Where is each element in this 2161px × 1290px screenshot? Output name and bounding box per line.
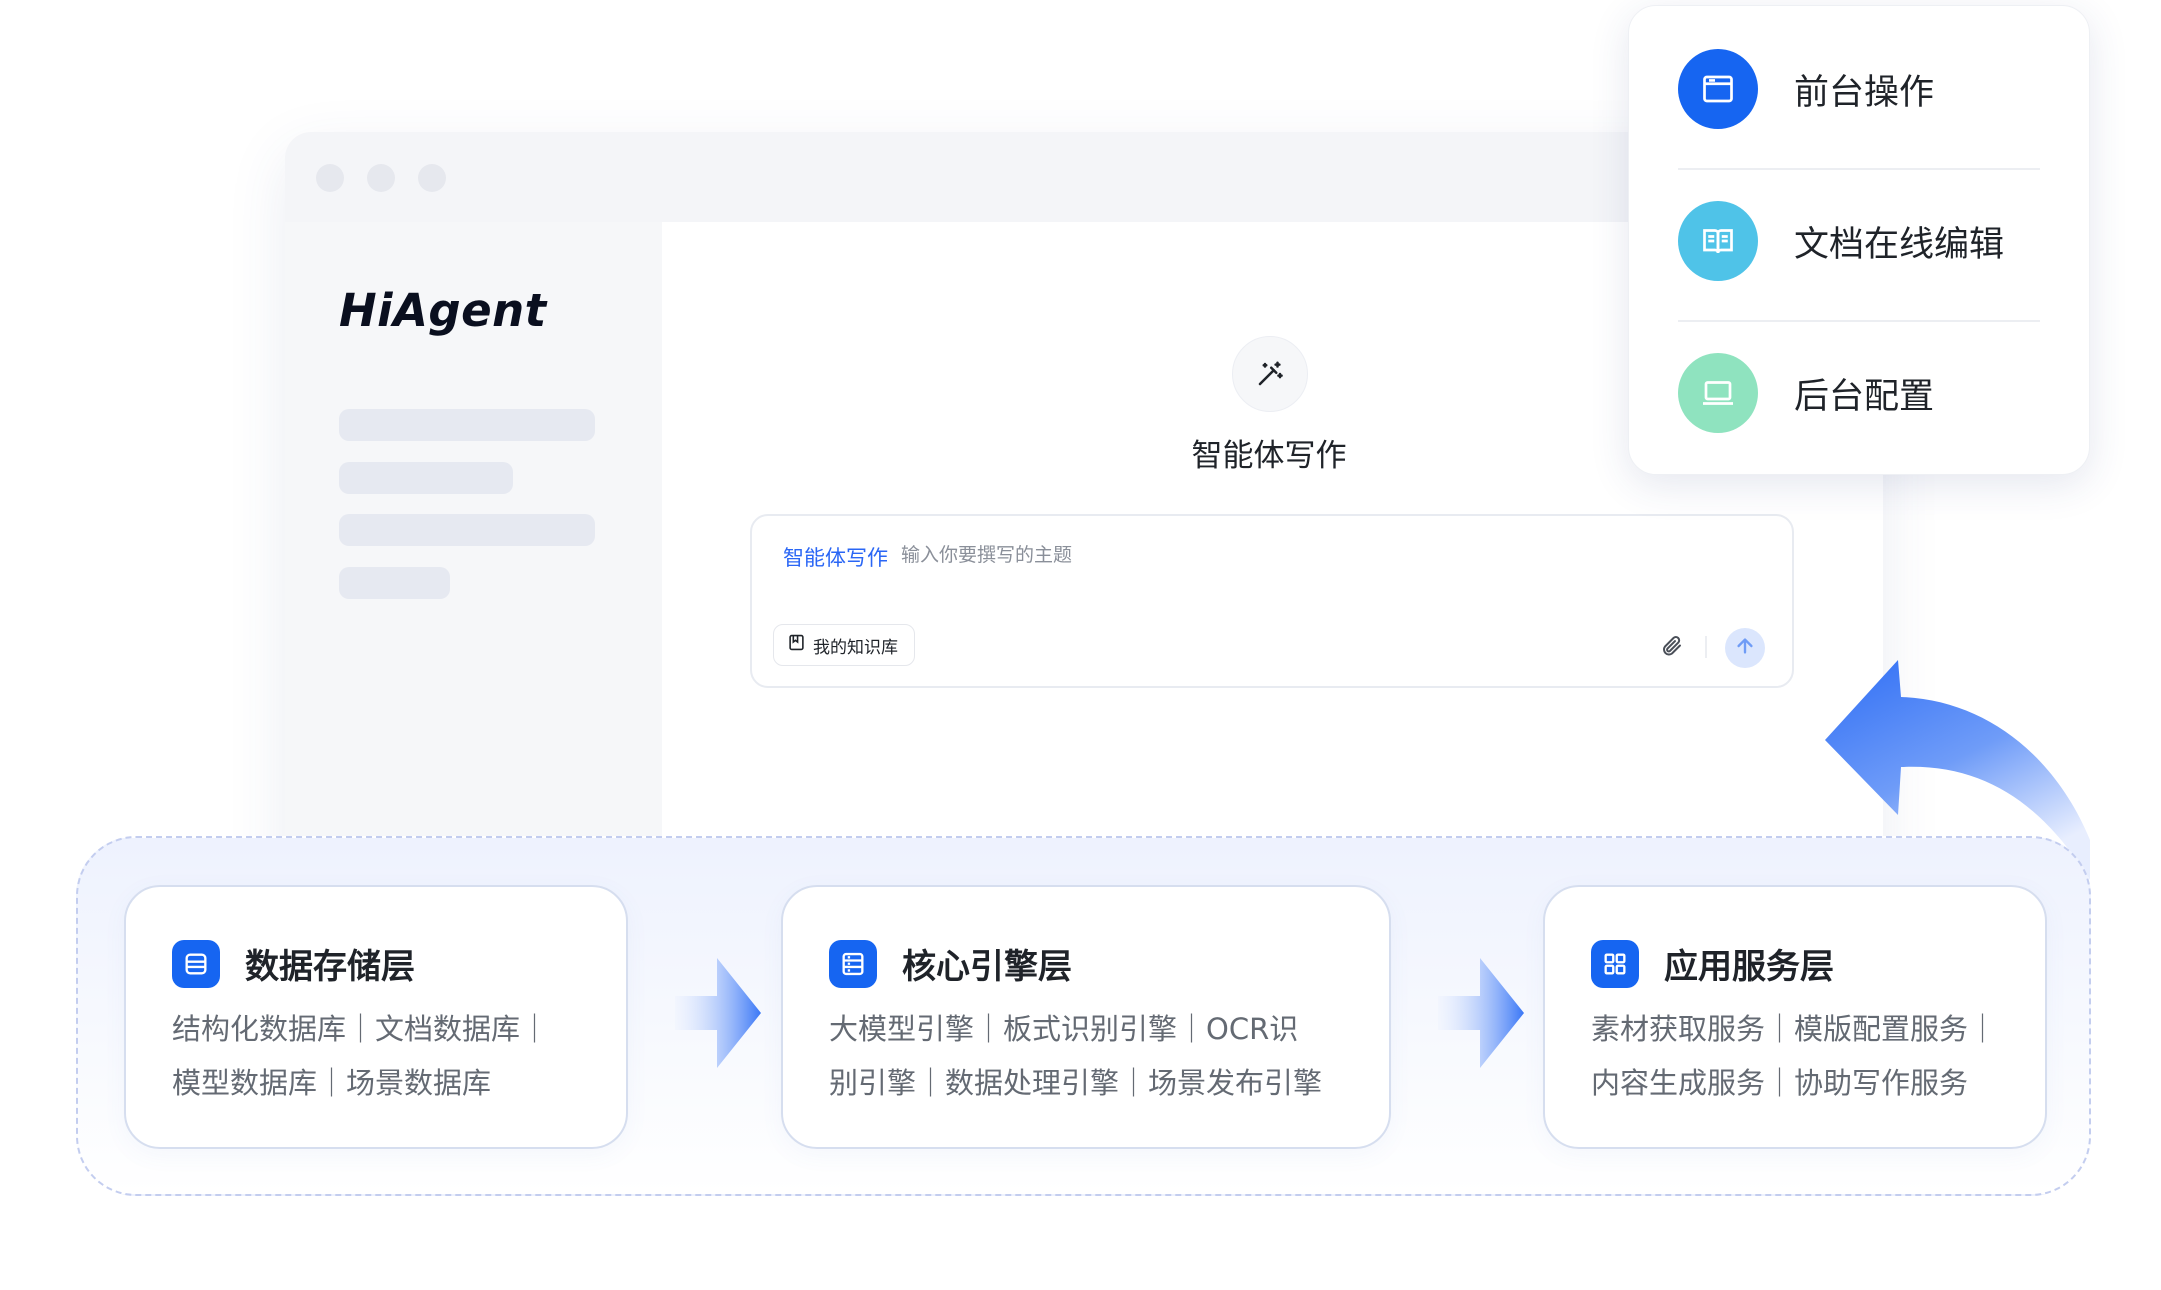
flow-arrow-icon bbox=[675, 958, 761, 1068]
layer-title: 应用服务层 bbox=[1664, 947, 1834, 987]
popup-item-frontend[interactable]: 前台操作 bbox=[1678, 49, 1934, 129]
knowledge-base-label: 我的知识库 bbox=[813, 637, 898, 658]
sidebar-placeholder-item bbox=[339, 514, 595, 546]
knowledge-base-icon bbox=[788, 634, 805, 656]
window-close-dot[interactable] bbox=[316, 164, 344, 192]
layer-description: 结构化数据库｜文档数据库｜ 模型数据库｜场景数据库 bbox=[172, 1012, 550, 1100]
popup-divider bbox=[1678, 168, 2040, 170]
magic-wand-icon bbox=[1232, 336, 1308, 412]
popup-item-online-edit[interactable]: 文档在线编辑 bbox=[1678, 201, 2004, 281]
popup-divider bbox=[1678, 320, 2040, 322]
window-maximize-dot[interactable] bbox=[418, 164, 446, 192]
paperclip-icon[interactable] bbox=[1657, 631, 1687, 661]
popup-item-label: 前台操作 bbox=[1794, 72, 1935, 113]
window-minimize-dot[interactable] bbox=[367, 164, 395, 192]
knowledge-base-button[interactable]: 我的知识库 bbox=[773, 624, 915, 666]
writer-title: 智能体写作 bbox=[1191, 438, 1347, 474]
layer-description: 大模型引擎｜板式识别引擎｜OCR识 别引擎｜数据处理引擎｜场景发布引擎 bbox=[829, 1012, 1323, 1100]
arrow-up-icon bbox=[1734, 635, 1756, 661]
layer-title: 核心引擎层 bbox=[902, 947, 1072, 987]
layer-card-core-engine: 核心引擎层 大模型引擎｜板式识别引擎｜OCR识 别引擎｜数据处理引擎｜场景发布引… bbox=[781, 885, 1391, 1149]
agent-tag[interactable]: 智能体写作 bbox=[783, 542, 888, 572]
grid-icon bbox=[1591, 939, 1639, 988]
laptop-icon bbox=[1678, 353, 1758, 433]
layer-card-app-service: 应用服务层 素材获取服务｜模版配置服务｜ 内容生成服务｜协助写作服务 bbox=[1543, 885, 2047, 1149]
prompt-box: 智能体写作 我的知识库 bbox=[750, 514, 1794, 688]
send-button[interactable] bbox=[1725, 628, 1765, 668]
layer-description: 素材获取服务｜模版配置服务｜ 内容生成服务｜协助写作服务 bbox=[1591, 1012, 1998, 1100]
sidebar: HiAgent bbox=[285, 222, 662, 892]
server-icon bbox=[829, 939, 877, 988]
layer-title: 数据存储层 bbox=[245, 947, 415, 987]
toolbar-divider bbox=[1705, 636, 1707, 658]
book-icon bbox=[1678, 201, 1758, 281]
feature-popup: 前台操作 文档在线编辑 后台配置 bbox=[1628, 5, 2090, 475]
sidebar-placeholder-item bbox=[339, 409, 595, 441]
popup-item-backend-config[interactable]: 后台配置 bbox=[1678, 353, 1934, 433]
flow-arrow-icon bbox=[1438, 958, 1524, 1068]
sidebar-placeholder-item bbox=[339, 462, 513, 494]
window-icon bbox=[1678, 49, 1758, 129]
popup-item-label: 文档在线编辑 bbox=[1794, 224, 2005, 265]
popup-item-label: 后台配置 bbox=[1794, 376, 1935, 417]
topic-input[interactable] bbox=[899, 538, 1503, 572]
app-logo: HiAgent bbox=[339, 284, 547, 337]
database-icon bbox=[172, 939, 220, 988]
sidebar-placeholder-item bbox=[339, 567, 450, 599]
layer-card-data-storage: 数据存储层 结构化数据库｜文档数据库｜ 模型数据库｜场景数据库 bbox=[124, 885, 628, 1149]
architecture-panel: 数据存储层 结构化数据库｜文档数据库｜ 模型数据库｜场景数据库 核心引擎层 大模… bbox=[76, 836, 2091, 1196]
